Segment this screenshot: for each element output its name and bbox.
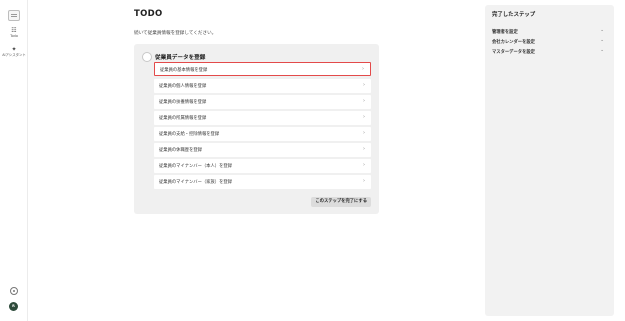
task-item-dependents[interactable]: 従業員の扶養情報を登録 › xyxy=(154,95,371,109)
task-item-personal-info[interactable]: 従業員の個人情報を登録 › xyxy=(154,79,371,93)
task-item-basic-info[interactable]: 従業員の基本情報を登録 › xyxy=(154,62,371,76)
task-item-label: 従業員の基本情報を登録 xyxy=(160,68,208,73)
task-item-label: 従業員の扶養情報を登録 xyxy=(159,100,207,105)
completed-step-label: 管理者を設定 xyxy=(492,30,518,35)
chevron-right-icon: › xyxy=(362,66,364,72)
checklist-icon: ☷ xyxy=(11,27,17,34)
page-title: TODO xyxy=(134,9,163,19)
completed-step-label: マスターデータを設定 xyxy=(492,50,535,55)
step-title: 従業員データを登録 xyxy=(155,55,206,61)
sidebar-item-todo[interactable]: ☷ Todo xyxy=(0,27,28,39)
left-rail: ☷ Todo ✦ AIアシスタント R xyxy=(0,0,28,321)
complete-step-button[interactable]: このステップを完了にする xyxy=(311,197,371,207)
completed-steps-panel: 完了したステップ 管理者を設定 ⌄ 会社カレンダーを設定 ⌄ マスターデータを設… xyxy=(485,5,614,316)
chevron-right-icon: › xyxy=(363,130,365,136)
task-item-label: 従業員のマイナンバー（家族）を登録 xyxy=(159,180,232,185)
chevron-right-icon: › xyxy=(363,114,365,120)
chevron-right-icon: › xyxy=(363,82,365,88)
task-item-my-number-self[interactable]: 従業員のマイナンバー（本人）を登録 › xyxy=(154,159,371,173)
chevron-right-icon: › xyxy=(363,162,365,168)
completed-steps-title: 完了したステップ xyxy=(492,12,536,18)
task-item-label: 従業員の個人情報を登録 xyxy=(159,84,207,89)
task-item-label: 従業員の休職歴を登録 xyxy=(159,148,202,153)
chevron-down-icon: ⌄ xyxy=(600,48,604,53)
task-item-affiliation[interactable]: 従業員の所属情報を登録 › xyxy=(154,111,371,125)
task-item-payment-deduction[interactable]: 従業員の支給・控除情報を登録 › xyxy=(154,127,371,141)
task-item-leave-history[interactable]: 従業員の休職歴を登録 › xyxy=(154,143,371,157)
step-card: 従業員データを登録 従業員の基本情報を登録 › 従業員の個人情報を登録 › 従業… xyxy=(134,44,379,214)
completed-step-admin[interactable]: 管理者を設定 ⌄ xyxy=(492,28,607,36)
completed-step-calendar[interactable]: 会社カレンダーを設定 ⌄ xyxy=(492,38,607,46)
page-subtitle: 続いて従業員情報を登録してください。 xyxy=(134,31,217,36)
chevron-down-icon: ⌄ xyxy=(600,38,604,43)
task-item-label: 従業員のマイナンバー（本人）を登録 xyxy=(159,164,232,169)
app-logo-icon[interactable] xyxy=(8,10,20,21)
completed-step-master-data[interactable]: マスターデータを設定 ⌄ xyxy=(492,48,607,56)
sidebar-item-label: AIアシスタント xyxy=(2,53,26,57)
chevron-down-icon: ⌄ xyxy=(600,28,604,33)
chevron-right-icon: › xyxy=(363,178,365,184)
sparkle-icon: ✦ xyxy=(11,46,17,53)
completed-step-label: 会社カレンダーを設定 xyxy=(492,40,535,45)
task-item-label: 従業員の支給・控除情報を登録 xyxy=(159,132,220,137)
chevron-right-icon: › xyxy=(363,98,365,104)
chevron-right-icon: › xyxy=(363,146,365,152)
gear-icon[interactable] xyxy=(10,287,18,295)
avatar[interactable]: R xyxy=(9,302,18,311)
step-status-circle-icon[interactable] xyxy=(142,52,152,62)
sidebar-item-label: Todo xyxy=(10,34,18,38)
task-item-label: 従業員の所属情報を登録 xyxy=(159,116,207,121)
task-item-my-number-family[interactable]: 従業員のマイナンバー（家族）を登録 › xyxy=(154,175,371,189)
sidebar-item-ai-assistant[interactable]: ✦ AIアシスタント xyxy=(0,46,28,58)
